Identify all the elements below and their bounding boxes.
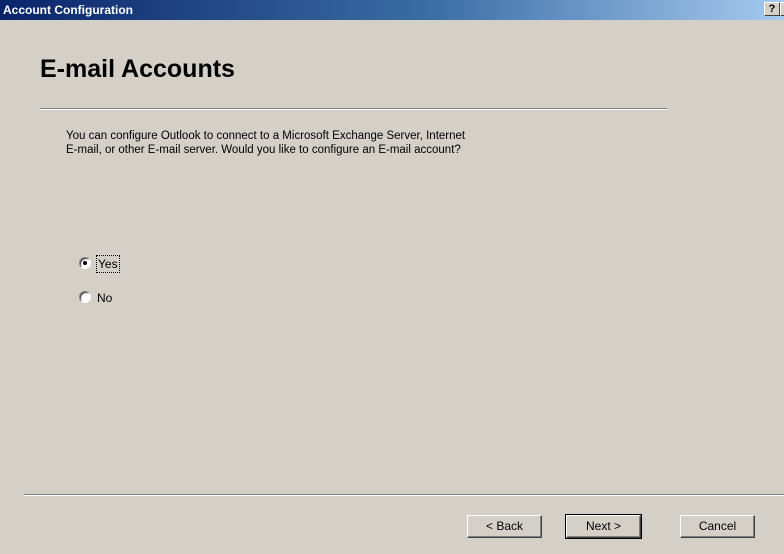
footer-divider [24,494,784,496]
help-button[interactable]: ? [764,2,780,16]
cancel-button[interactable]: Cancel [680,515,755,538]
close-button[interactable]: X [780,2,784,16]
window-title: Account Configuration [3,3,133,17]
radio-no-label[interactable]: No [97,290,112,306]
radio-dot [83,261,87,265]
back-button[interactable]: < Back [467,515,542,538]
next-button[interactable]: Next > [565,514,642,539]
radio-button-unchecked-icon[interactable] [79,291,91,303]
description-text: You can configure Outlook to connect to … [66,129,626,157]
title-bar: Account Configuration ? X [0,0,784,20]
description-line-1: You can configure Outlook to connect to … [66,130,466,142]
header-divider [40,108,667,110]
page-heading: E-mail Accounts [40,55,235,83]
radio-yes-label[interactable]: Yes [96,255,120,273]
radio-button-checked-icon[interactable] [79,257,91,269]
help-icon: ? [768,3,776,15]
description-line-2: E-mail, or other E-mail server. Would yo… [66,144,461,156]
